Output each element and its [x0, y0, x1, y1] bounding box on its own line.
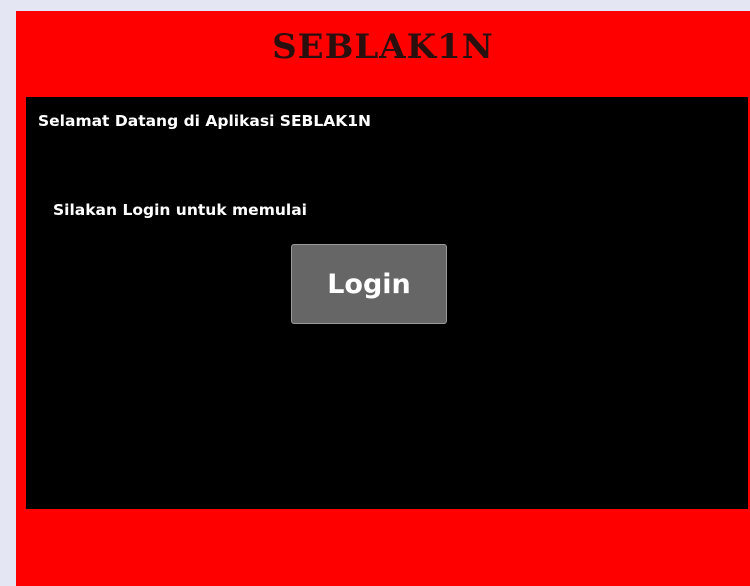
app-title: SEBLAK1N: [272, 27, 494, 67]
login-prompt-text: Silakan Login untuk memulai: [53, 201, 307, 219]
login-button[interactable]: Login: [291, 244, 447, 324]
app-window: SEBLAK1N Selamat Datang di Aplikasi SEBL…: [16, 11, 750, 586]
content-panel: Selamat Datang di Aplikasi SEBLAK1N Sila…: [26, 97, 748, 509]
welcome-text: Selamat Datang di Aplikasi SEBLAK1N: [38, 112, 372, 130]
